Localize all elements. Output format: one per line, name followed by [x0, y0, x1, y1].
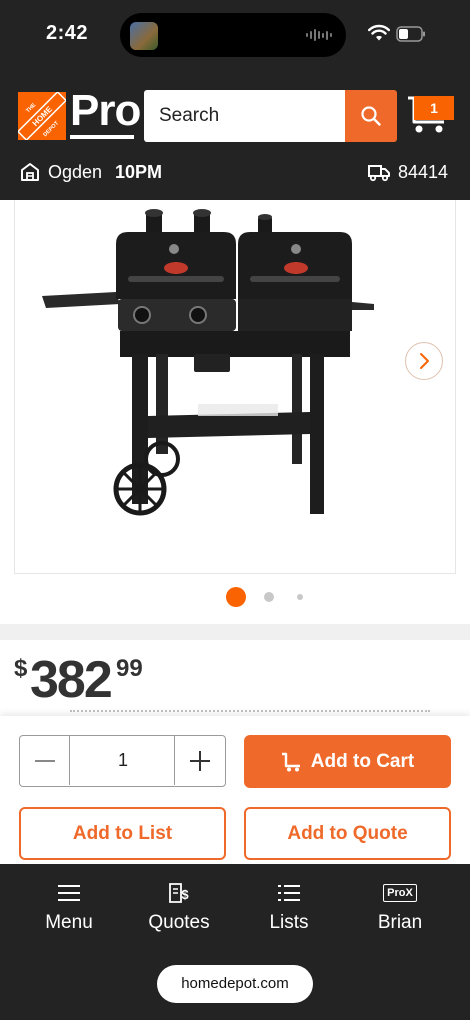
price-section: $ 382 99: [0, 640, 470, 716]
add-to-list-label: Add to List: [72, 822, 173, 844]
store-info-row: Ogden 10PM 84414: [0, 156, 470, 192]
add-to-cart-label: Add to Cart: [310, 750, 415, 772]
gallery-dot[interactable]: [264, 592, 274, 602]
nav-lists-label: Lists: [269, 912, 309, 933]
delivery-zip[interactable]: 84414: [398, 162, 448, 183]
cart-icon: [281, 752, 300, 771]
bottom-navigation: Menu $ Quotes Lists ProX Brian homedepot…: [0, 864, 470, 1020]
price-cents: 99: [116, 655, 143, 682]
quotes-icon: $: [169, 883, 189, 903]
add-to-list-button[interactable]: Add to List: [19, 807, 226, 860]
store-name[interactable]: Ogden: [48, 162, 102, 183]
quantity-increase-button[interactable]: [174, 736, 225, 785]
add-to-quote-button[interactable]: Add to Quote: [244, 807, 451, 860]
gallery-dot[interactable]: [297, 594, 303, 600]
status-bar: 2:42: [0, 0, 470, 72]
nav-menu-label: Menu: [45, 912, 93, 933]
next-image-button[interactable]: [405, 342, 443, 380]
home-depot-logo[interactable]: HOME THE DEPOT: [18, 92, 66, 140]
product-image[interactable]: [28, 204, 388, 534]
store-icon[interactable]: [20, 162, 40, 182]
svg-text:$: $: [181, 887, 189, 902]
lists-icon: [278, 885, 300, 901]
delivery-truck-icon[interactable]: [368, 162, 390, 182]
quantity-decrease-button[interactable]: [20, 736, 70, 785]
quantity-stepper: [19, 735, 226, 787]
now-playing-app-icon: [130, 22, 158, 50]
add-to-cart-button[interactable]: Add to Cart: [244, 735, 451, 788]
nav-lists[interactable]: Lists: [234, 880, 344, 940]
gallery-dot-active[interactable]: [226, 587, 246, 607]
prox-badge-text: ProX: [387, 887, 413, 899]
wifi-icon: [368, 24, 390, 41]
cart-count-badge: 1: [414, 96, 454, 120]
minus-icon: [34, 759, 55, 762]
plus-icon: [190, 750, 210, 771]
add-to-quote-label: Add to Quote: [287, 822, 408, 844]
battery-icon: [396, 26, 425, 42]
gallery-pagination: [0, 586, 470, 608]
search-field[interactable]: [144, 90, 346, 142]
search-button[interactable]: [345, 90, 397, 142]
dynamic-island[interactable]: [120, 13, 346, 57]
nav-account[interactable]: ProX Brian: [345, 880, 455, 940]
pro-logo-text[interactable]: Pro: [70, 86, 141, 136]
price-currency: $: [14, 655, 28, 682]
nav-account-label: Brian: [377, 912, 423, 933]
nav-quotes-label: Quotes: [148, 912, 210, 933]
product-gallery: [0, 200, 470, 624]
pro-logo-underline: [70, 135, 134, 139]
search-icon: [361, 106, 381, 126]
audio-wave-icon: [306, 28, 332, 42]
search-input[interactable]: [144, 90, 346, 142]
price-dollars: 382: [30, 651, 113, 709]
nav-menu[interactable]: Menu: [14, 880, 124, 940]
quantity-input[interactable]: [72, 736, 174, 785]
chevron-right-icon: [420, 353, 429, 369]
menu-icon: [58, 885, 80, 901]
section-divider: [0, 624, 470, 640]
browser-url-bar[interactable]: homedepot.com: [157, 965, 313, 1003]
nav-quotes[interactable]: $ Quotes: [124, 880, 234, 940]
prox-icon: ProX: [383, 884, 417, 902]
url-text: homedepot.com: [181, 975, 289, 992]
status-time: 2:42: [46, 22, 89, 44]
purchase-actions: Add to Cart Add to List Add to Quote: [0, 716, 470, 864]
store-hours: 10PM: [115, 162, 163, 182]
